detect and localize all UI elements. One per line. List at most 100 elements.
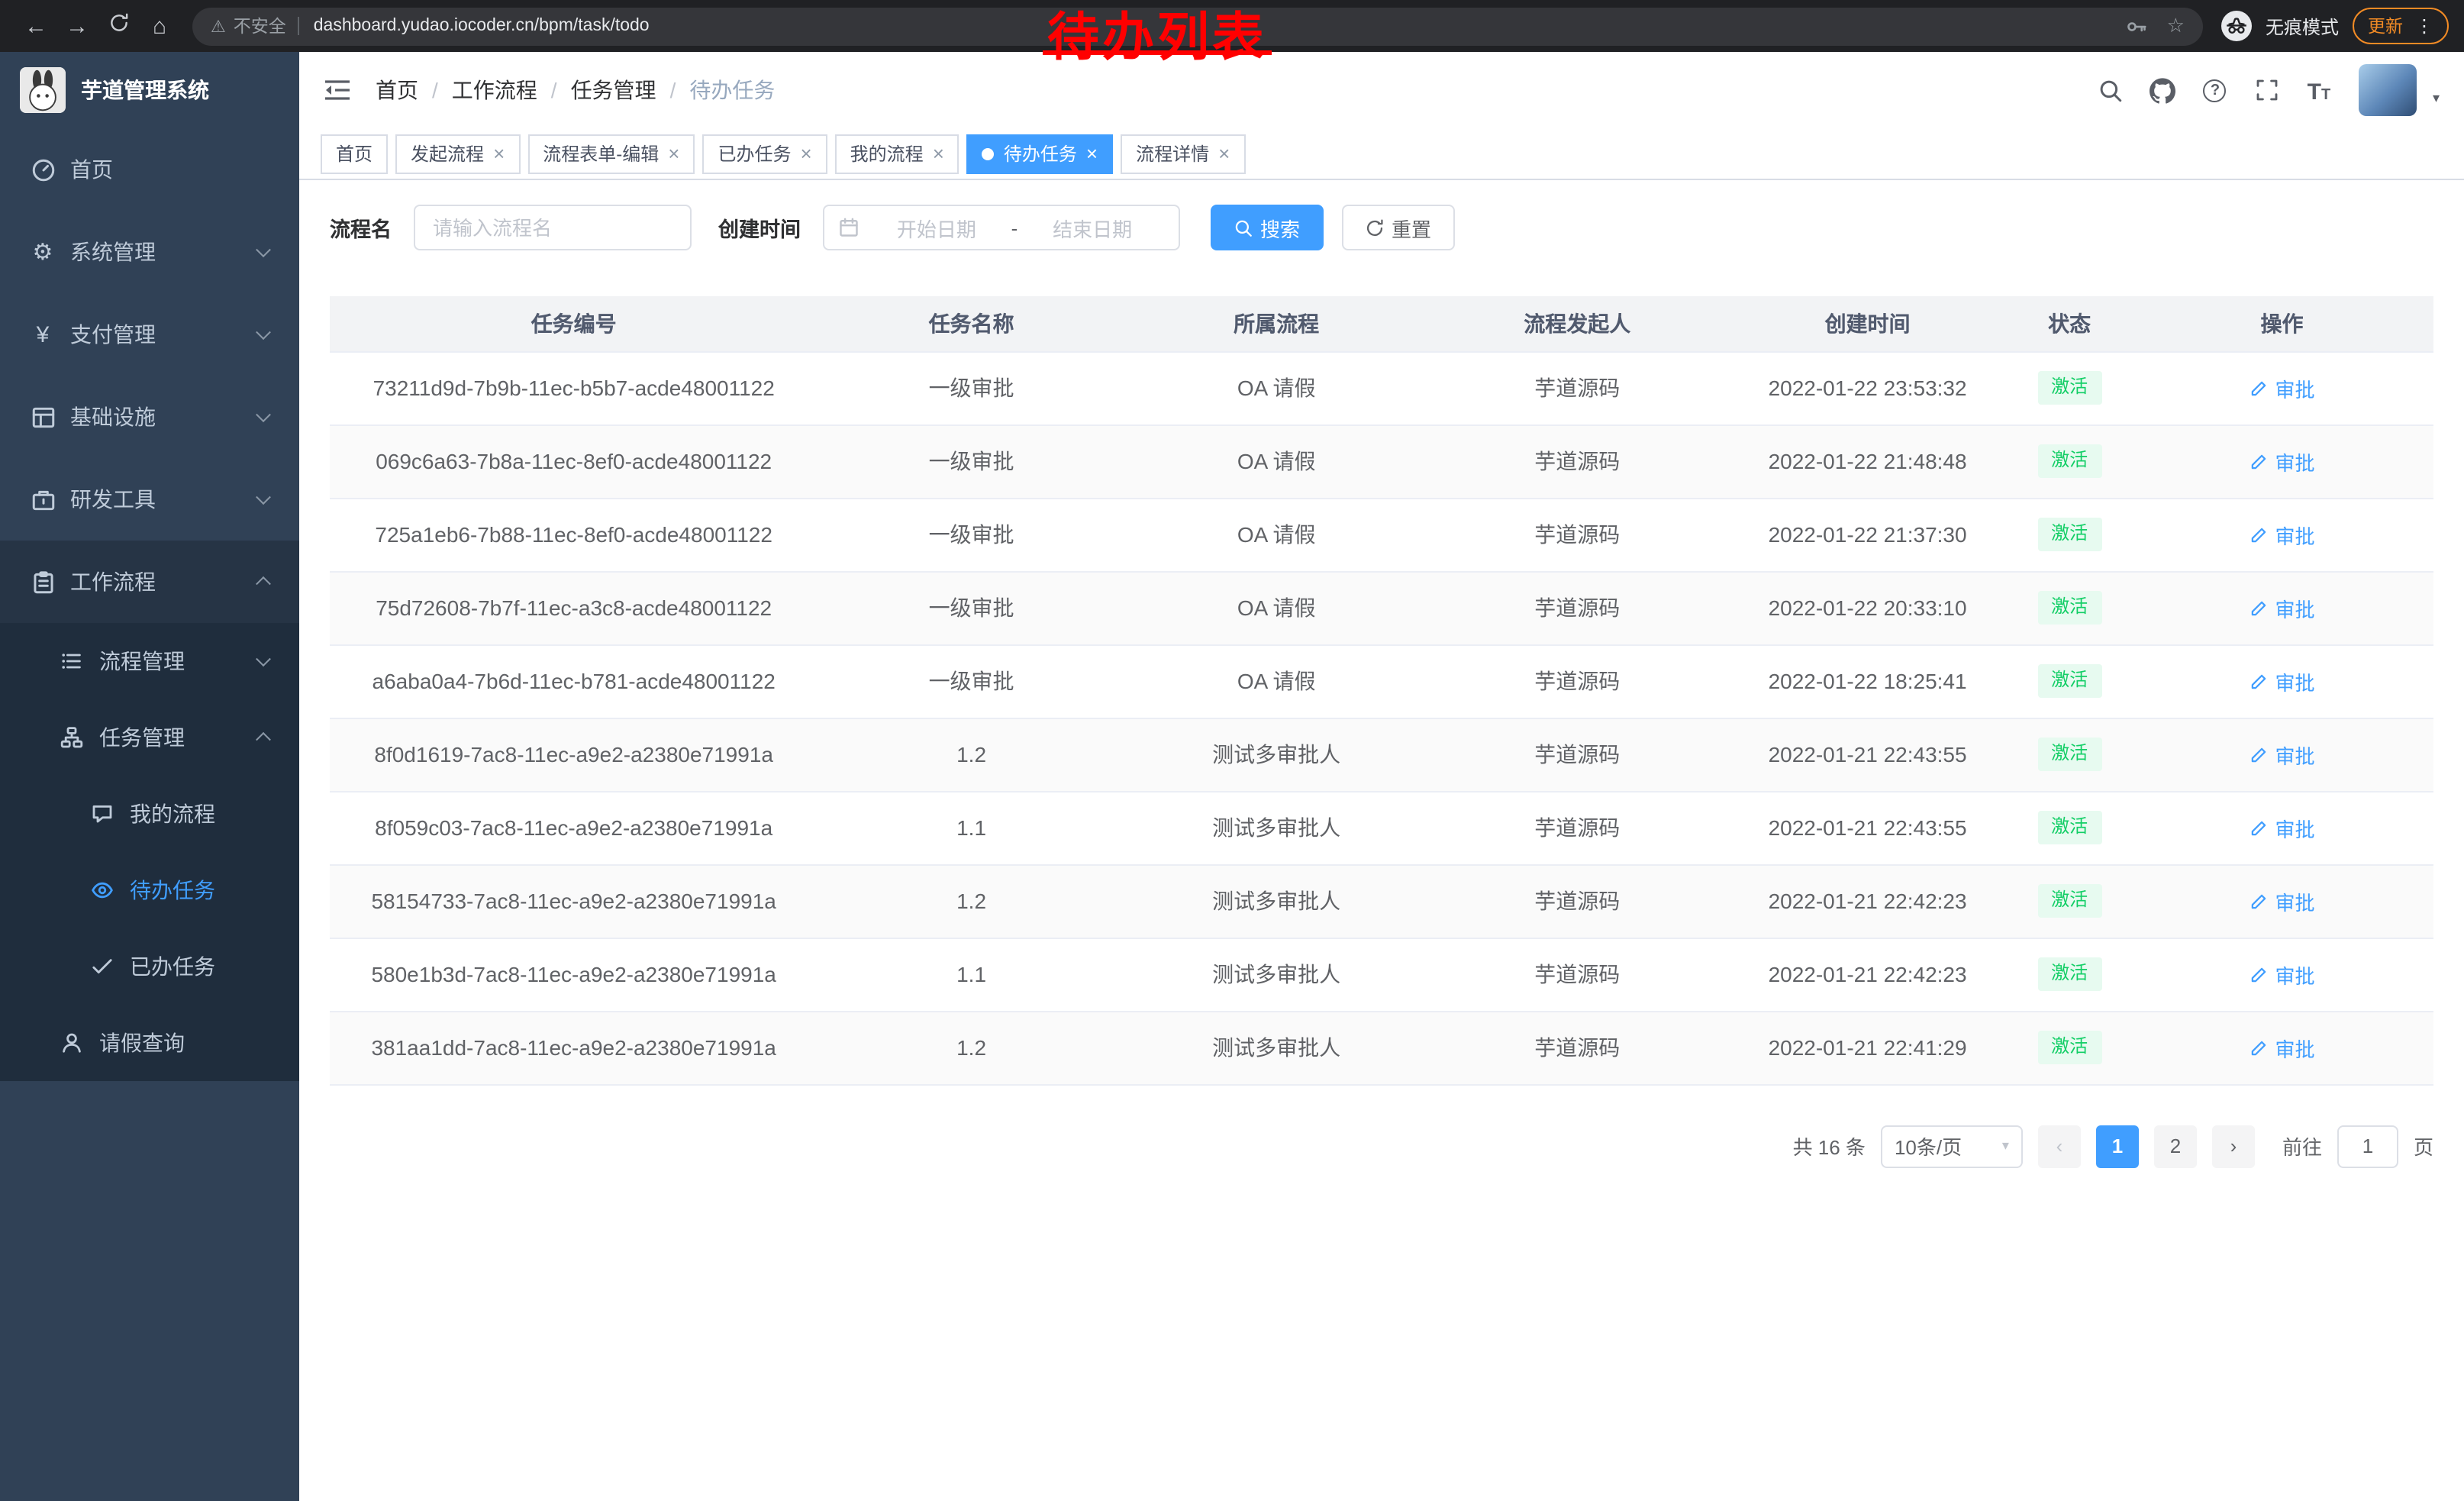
close-icon[interactable]: × xyxy=(1086,144,1098,163)
address-bar-divider xyxy=(298,17,300,35)
status-badge: 激活 xyxy=(2037,957,2101,990)
approve-link[interactable]: 审批 xyxy=(2250,886,2315,915)
approve-link[interactable]: 审批 xyxy=(2250,813,2315,842)
cell-process: OA 请假 xyxy=(1125,644,1428,718)
password-key-icon[interactable] xyxy=(2126,15,2149,37)
next-page-button[interactable]: › xyxy=(2212,1125,2255,1167)
incognito-icon xyxy=(2221,11,2252,41)
close-icon[interactable]: × xyxy=(800,144,811,163)
browser-forward-button[interactable]: → xyxy=(56,5,98,47)
close-icon[interactable]: × xyxy=(1218,144,1230,163)
cell-created: 2022-01-21 22:42:23 xyxy=(1727,938,2008,1011)
menu-dots-icon[interactable]: ⋮ xyxy=(2415,15,2433,37)
sidebar-item-my-process[interactable]: 我的流程 xyxy=(0,776,299,852)
active-tab-dot xyxy=(982,147,995,160)
column-header-created: 创建时间 xyxy=(1727,296,2008,351)
close-icon[interactable]: × xyxy=(933,144,944,163)
approve-link[interactable]: 审批 xyxy=(2250,593,2315,622)
chevron-down-icon[interactable]: ▾ xyxy=(2433,90,2440,107)
cell-created: 2022-01-22 23:53:32 xyxy=(1727,351,2008,424)
goto-page-input[interactable] xyxy=(2337,1125,2398,1167)
cell-initiator: 芋道源码 xyxy=(1428,864,1727,938)
approve-link[interactable]: 审批 xyxy=(2250,740,2315,769)
sidebar-item-payment[interactable]: ¥ 支付管理 xyxy=(0,293,299,376)
search-icon[interactable] xyxy=(2091,69,2132,111)
date-range-picker[interactable]: 开始日期 - 结束日期 xyxy=(822,205,1179,250)
github-icon[interactable] xyxy=(2143,69,2184,111)
page-button-1[interactable]: 1 xyxy=(2096,1125,2139,1167)
process-name-input[interactable] xyxy=(413,205,691,250)
org-icon xyxy=(58,724,85,751)
approve-link-label: 审批 xyxy=(2275,740,2315,769)
sidebar-item-done-tasks[interactable]: 已办任务 xyxy=(0,928,299,1005)
cell-task-name: 一级审批 xyxy=(818,424,1124,498)
page-size-select[interactable]: 10条/页 ▾ xyxy=(1881,1125,2023,1167)
edit-icon xyxy=(2250,818,2269,838)
tab-done-tasks[interactable]: 已办任务 × xyxy=(702,134,827,173)
prev-page-button[interactable]: ‹ xyxy=(2038,1125,2081,1167)
menu-label: 流程管理 xyxy=(99,646,185,676)
approve-link[interactable]: 审批 xyxy=(2250,960,2315,989)
approve-link[interactable]: 审批 xyxy=(2250,520,2315,549)
cell-process: OA 请假 xyxy=(1125,424,1428,498)
breadcrumb-task-management[interactable]: 任务管理 xyxy=(571,75,656,105)
breadcrumb-home[interactable]: 首页 xyxy=(376,75,418,105)
cell-task-id: 73211d9d-7b9b-11ec-b5b7-acde48001122 xyxy=(330,351,818,424)
sidebar-item-workflow[interactable]: 工作流程 xyxy=(0,541,299,623)
font-size-icon[interactable]: TT xyxy=(2298,69,2340,111)
sidebar-item-leave-query[interactable]: 请假查询 xyxy=(0,1005,299,1081)
sidebar-item-todo-tasks[interactable]: 待办任务 xyxy=(0,852,299,928)
reset-button[interactable]: 重置 xyxy=(1341,205,1454,250)
browser-back-button[interactable]: ← xyxy=(15,5,56,47)
sidebar-item-devtools[interactable]: 研发工具 xyxy=(0,458,299,541)
cell-created: 2022-01-22 20:33:10 xyxy=(1727,571,2008,644)
tab-process-detail[interactable]: 流程详情 × xyxy=(1121,134,1245,173)
menu-label: 支付管理 xyxy=(70,319,156,350)
browser-home-button[interactable]: ⌂ xyxy=(139,5,180,47)
tab-home[interactable]: 首页 xyxy=(321,134,388,173)
close-icon[interactable]: × xyxy=(668,144,679,163)
page-button-2[interactable]: 2 xyxy=(2154,1125,2197,1167)
chevron-down-icon xyxy=(256,242,271,257)
eye-icon xyxy=(89,876,116,904)
user-avatar[interactable] xyxy=(2359,64,2417,116)
range-separator: - xyxy=(1008,216,1021,239)
sidebar-item-home[interactable]: 首页 xyxy=(0,128,299,211)
sidebar-item-task-management[interactable]: 任务管理 xyxy=(0,699,299,776)
tab-label: 流程表单-编辑 xyxy=(543,140,659,166)
collapse-sidebar-icon[interactable] xyxy=(324,78,351,102)
help-icon[interactable]: ? xyxy=(2195,69,2236,111)
approve-link[interactable]: 审批 xyxy=(2250,1033,2315,1062)
update-button[interactable]: 更新 ⋮ xyxy=(2353,8,2449,44)
breadcrumb-workflow[interactable]: 工作流程 xyxy=(452,75,537,105)
tab-my-process[interactable]: 我的流程 × xyxy=(835,134,959,173)
next-icon: › xyxy=(2230,1135,2237,1157)
end-date-placeholder: 结束日期 xyxy=(1021,213,1164,242)
edit-icon xyxy=(2250,964,2269,984)
tab-form-edit[interactable]: 流程表单-编辑 × xyxy=(527,134,695,173)
table-row: 8f0d1619-7ac8-11ec-a9e2-a2380e71991a 1.2… xyxy=(330,718,2433,791)
approve-link[interactable]: 审批 xyxy=(2250,447,2315,476)
sidebar-item-process-management[interactable]: 流程管理 xyxy=(0,623,299,699)
breadcrumb-separator: / xyxy=(551,78,557,102)
browser-reload-button[interactable] xyxy=(98,5,139,47)
menu-label: 系统管理 xyxy=(70,237,156,267)
sidebar-item-infrastructure[interactable]: 基础设施 xyxy=(0,376,299,458)
approve-link[interactable]: 审批 xyxy=(2250,667,2315,696)
tab-todo-tasks[interactable]: 待办任务 × xyxy=(967,134,1113,173)
tab-start-process[interactable]: 发起流程 × xyxy=(395,134,520,173)
tools-icon xyxy=(29,486,56,513)
cell-task-id: 58154733-7ac8-11ec-a9e2-a2380e71991a xyxy=(330,864,818,938)
sidebar-item-system[interactable]: ⚙ 系统管理 xyxy=(0,211,299,293)
fullscreen-icon[interactable] xyxy=(2246,69,2288,111)
table-row: 381aa1dd-7ac8-11ec-a9e2-a2380e71991a 1.2… xyxy=(330,1011,2433,1084)
edit-icon xyxy=(2250,671,2269,691)
cell-process: 测试多审批人 xyxy=(1125,864,1428,938)
approve-link[interactable]: 审批 xyxy=(2250,373,2315,402)
cell-created: 2022-01-21 22:43:55 xyxy=(1727,791,2008,864)
bookmark-star-icon[interactable]: ☆ xyxy=(2167,14,2185,38)
close-icon[interactable]: × xyxy=(493,144,505,163)
approve-link-label: 审批 xyxy=(2275,667,2315,696)
cell-task-name: 1.1 xyxy=(818,791,1124,864)
search-button[interactable]: 搜索 xyxy=(1210,205,1323,250)
